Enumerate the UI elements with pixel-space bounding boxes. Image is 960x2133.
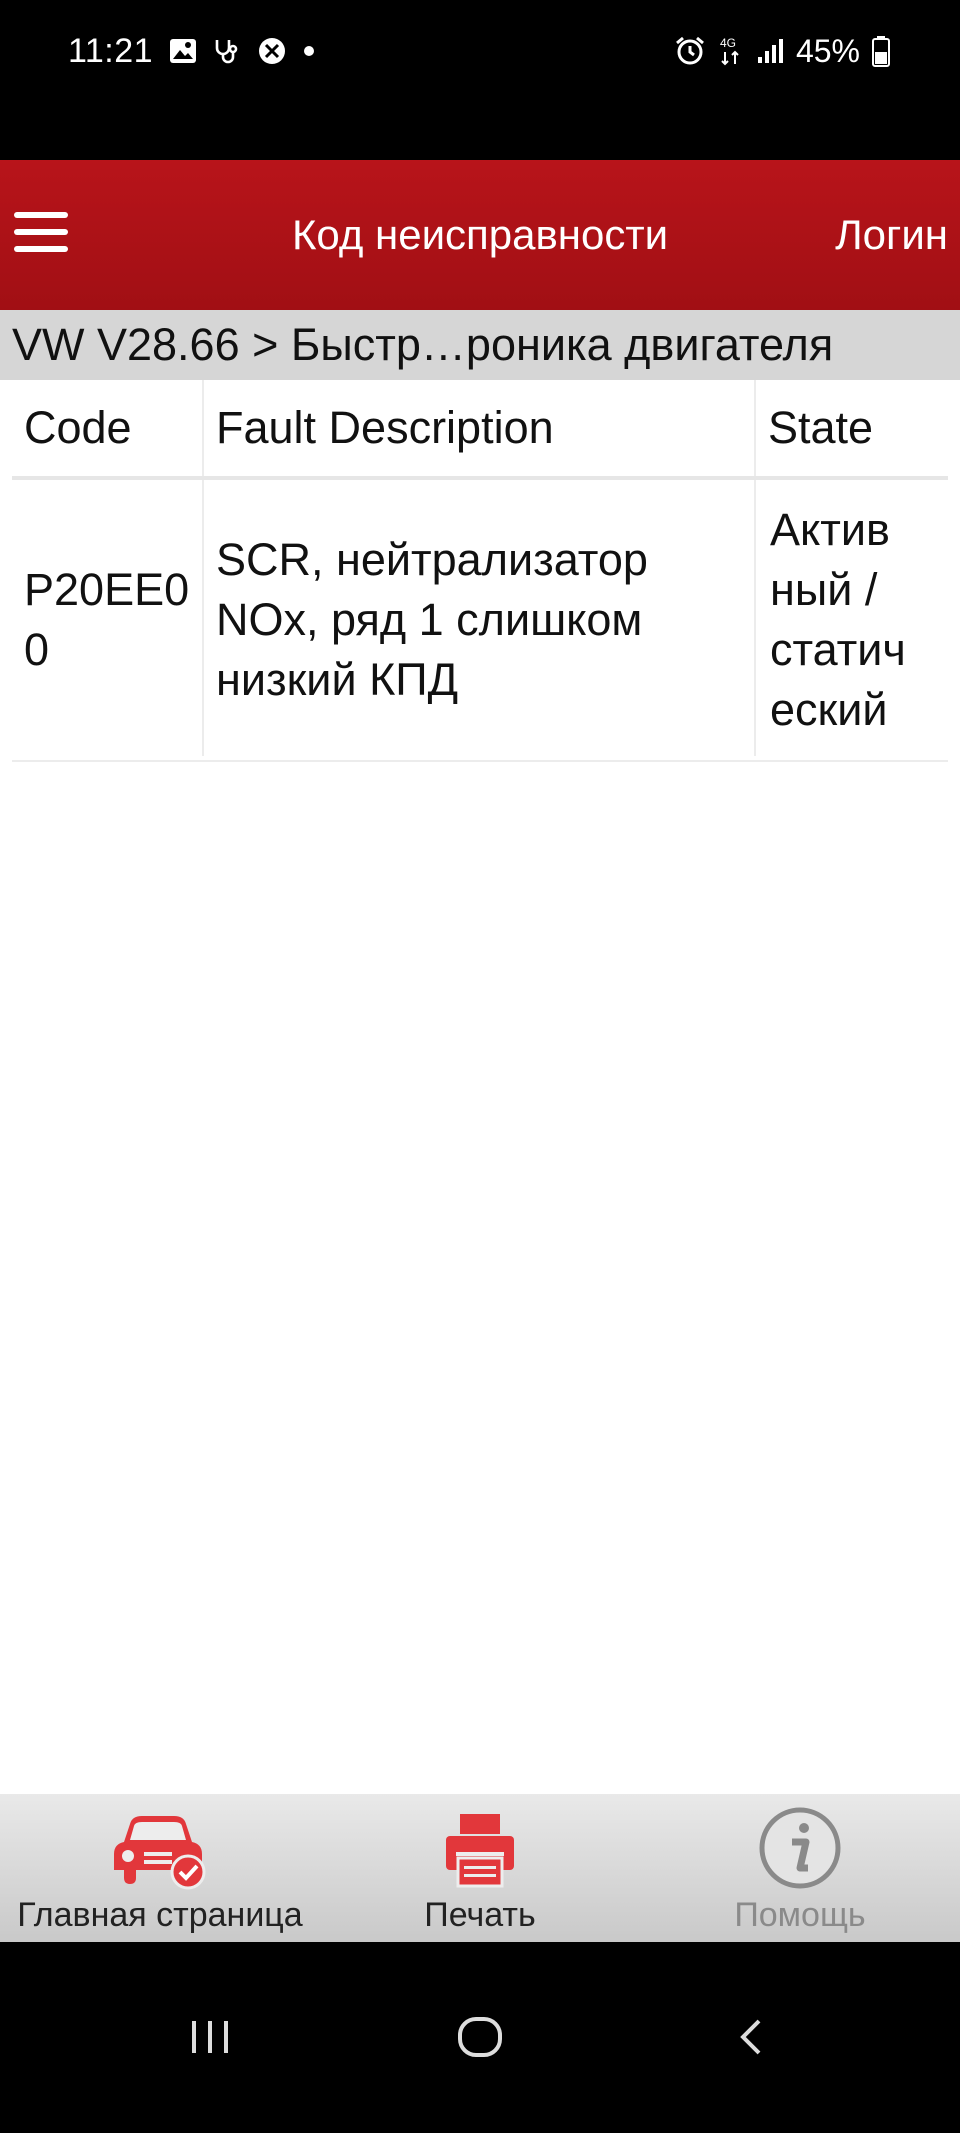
notification-dot-icon [303,45,315,57]
help-label: Помощь [734,1896,866,1934]
app-bar: Код неисправности Логин [0,160,960,310]
header-state: State [768,402,874,453]
fault-description: SCR, нейтрализатор NOx, ряд 1 слишком ни… [216,534,648,705]
recent-apps-icon [192,2021,228,2053]
table-row[interactable]: P20EE00 SCR, нейтрализатор NOx, ряд 1 сл… [12,480,948,762]
printer-icon [444,1794,516,1890]
system-nav-bar [0,1942,960,2133]
network-type-label: 4G [720,36,736,50]
car-check-icon [112,1794,208,1890]
bottom-nav: Главная страница Печать Помощь [0,1794,960,1942]
home-system-button[interactable] [430,1992,530,2082]
status-right: 4G 45% [674,28,890,74]
fault-table: Code Fault Description State P20EE00 SCR… [12,380,948,762]
back-chevron-icon [740,2019,761,2055]
recent-apps-button[interactable] [160,1992,260,2082]
battery-percent: 45% [795,32,860,69]
menu-icon-line [14,229,68,235]
page-title: Код неисправности [291,211,669,258]
breadcrumb: VW V28.66 > Быстр…роника двигателя [0,310,960,380]
gallery-icon [169,38,197,64]
alarm-icon [674,35,706,67]
mobile-data-icon: 4G [718,34,744,68]
fault-code: P20EE00 [24,564,190,675]
login-button[interactable]: Логин [835,160,948,310]
status-left: 11:21 [68,28,315,74]
signal-icon [756,37,784,65]
info-icon [758,1794,842,1890]
header-code: Code [24,402,132,453]
menu-button[interactable] [14,212,68,252]
menu-icon-line [14,246,68,252]
print-label: Печать [424,1896,536,1934]
blocked-icon [257,36,287,66]
status-time: 11:21 [68,31,154,70]
menu-icon-line [14,212,68,218]
battery-icon [872,35,890,67]
help-button[interactable]: Помощь [640,1794,960,1942]
stethoscope-icon [213,37,241,65]
fault-state: Актив ный / статич еский [770,504,906,735]
print-button[interactable]: Печать [320,1794,640,1942]
back-button[interactable] [700,1992,800,2082]
content-area: Code Fault Description State P20EE00 SCR… [0,380,960,1794]
header-description: Fault Description [216,402,554,453]
home-button[interactable]: Главная страница [0,1794,320,1942]
home-label: Главная страница [17,1896,303,1934]
status-bar: 11:21 4G 45% [0,0,960,160]
home-circle-icon [458,2017,502,2057]
table-header: Code Fault Description State [12,380,948,480]
